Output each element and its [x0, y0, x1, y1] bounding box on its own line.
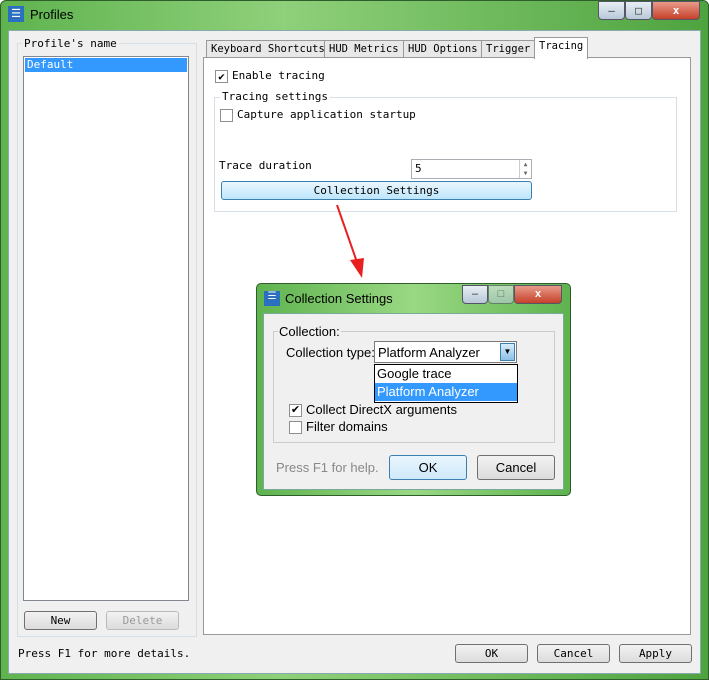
capture-startup-checkbox[interactable] — [220, 109, 233, 122]
annotation-arrow — [336, 204, 364, 278]
enable-tracing-label: Enable tracing — [232, 69, 325, 82]
collect-directx-label: Collect DirectX arguments — [306, 402, 457, 417]
tab-hud-options[interactable]: HUD Options — [403, 40, 483, 58]
collection-type-select[interactable]: Platform Analyzer ▼ — [374, 341, 517, 363]
option-google-trace[interactable]: Google trace — [375, 365, 517, 383]
dialog-ok-button[interactable]: OK — [389, 455, 467, 480]
option-platform-analyzer[interactable]: Platform Analyzer — [375, 383, 517, 401]
filter-domains-checkbox[interactable] — [289, 421, 302, 434]
close-button[interactable]: x — [652, 1, 700, 20]
chevron-down-icon[interactable]: ▼ — [500, 343, 515, 361]
capture-startup-label: Capture application startup — [237, 108, 416, 121]
maximize-button[interactable]: □ — [625, 1, 652, 20]
dialog-title: Collection Settings — [285, 291, 393, 306]
dialog-icon: ☰ — [264, 291, 280, 306]
profiles-list[interactable]: Default — [23, 56, 189, 601]
collection-settings-button[interactable]: Collection Settings — [221, 181, 532, 200]
tracing-settings-label: Tracing settings — [220, 90, 330, 103]
dialog-client: Collection: Collection type: Platform An… — [263, 313, 564, 490]
trace-duration-label: Trace duration — [219, 159, 312, 172]
dialog-help-text: Press F1 for help. — [276, 460, 379, 475]
ok-button[interactable]: OK — [455, 644, 528, 663]
tab-trigger[interactable]: Trigger — [481, 40, 536, 58]
trace-duration-value: 5 — [415, 162, 422, 175]
tab-tracing[interactable]: Tracing — [534, 37, 589, 59]
filter-domains-label: Filter domains — [306, 419, 388, 434]
delete-button[interactable]: Delete — [106, 611, 179, 630]
dialog-cancel-button[interactable]: Cancel — [477, 455, 555, 480]
collection-type-value: Platform Analyzer — [378, 345, 480, 360]
minimize-button[interactable]: – — [598, 1, 625, 20]
window-title: Profiles — [30, 7, 74, 22]
settings-sliders-icon: ☰ — [8, 6, 24, 22]
collection-type-dropdown: Google trace Platform Analyzer — [374, 364, 518, 403]
trace-duration-spinbox[interactable]: 5 ▲ ▼ — [411, 159, 532, 179]
tab-hud-metrics[interactable]: HUD Metrics — [324, 40, 404, 58]
dialog-maximize-button[interactable]: □ — [488, 285, 514, 304]
new-button[interactable]: New — [24, 611, 97, 630]
collect-directx-checkbox[interactable]: ✔ — [289, 404, 302, 417]
cancel-button[interactable]: Cancel — [537, 644, 610, 663]
dialog-minimize-button[interactable]: – — [462, 285, 488, 304]
enable-tracing-checkbox[interactable]: ✔ — [215, 70, 228, 83]
status-text: Press F1 for more details. — [18, 647, 191, 660]
collection-group-label: Collection: — [278, 324, 341, 339]
spin-arrows-icon[interactable]: ▲ ▼ — [519, 160, 531, 178]
dialog-close-button[interactable]: x — [514, 285, 562, 304]
profile-item-default[interactable]: Default — [25, 58, 187, 72]
collection-settings-dialog: ☰ Collection Settings – □ x Collection: … — [256, 283, 571, 496]
apply-button[interactable]: Apply — [619, 644, 692, 663]
tab-keyboard-shortcuts[interactable]: Keyboard Shortcuts — [206, 40, 330, 58]
collection-type-label: Collection type: — [286, 345, 375, 360]
profiles-group-label: Profile's name — [22, 37, 119, 50]
